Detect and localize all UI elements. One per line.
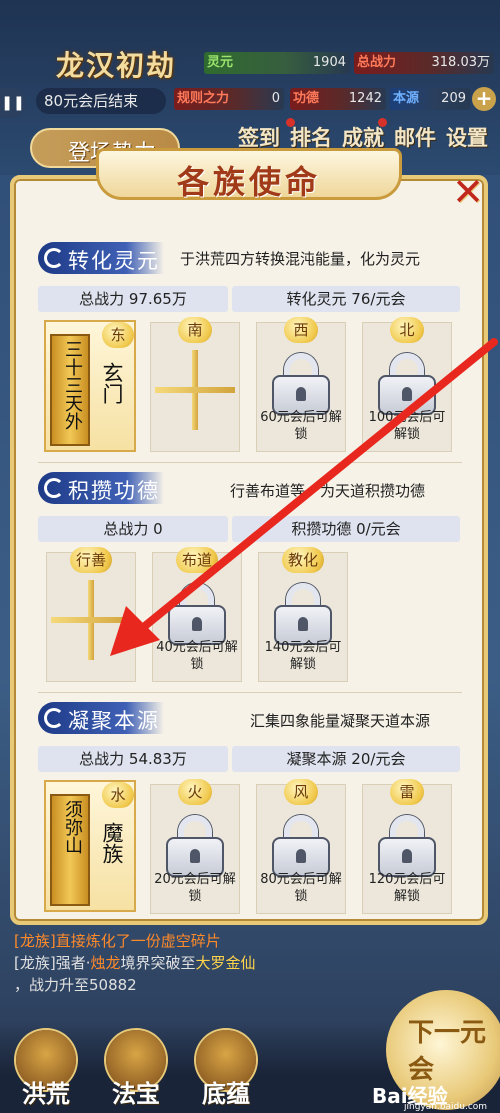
- nav-heritage[interactable]: 底蕴: [186, 1030, 266, 1110]
- chat-line: ，战力升至50882: [14, 976, 137, 994]
- chat-line: [龙族]强者·烛龙境界突破至大罗金仙: [14, 954, 256, 972]
- nav-treasure[interactable]: 法宝: [96, 1030, 176, 1110]
- nav-honghuang[interactable]: 洪荒: [6, 1030, 86, 1110]
- baidu-watermark: Bai经验 jingyan.baidu.com: [372, 1084, 488, 1112]
- chat-line: [龙族]直接炼化了一份虚空碎片: [14, 932, 221, 950]
